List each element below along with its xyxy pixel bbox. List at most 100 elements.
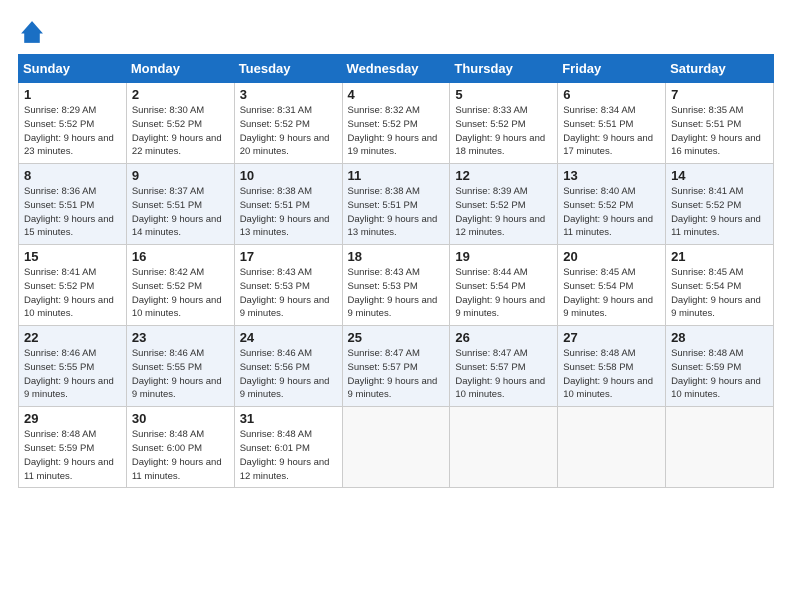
daylight-label: Daylight: 9 hours and 11 minutes. [563, 214, 653, 239]
daylight-label: Daylight: 9 hours and 10 minutes. [132, 295, 222, 320]
calendar-day-cell: 27 Sunrise: 8:48 AM Sunset: 5:58 PM Dayl… [558, 326, 666, 407]
day-info: Sunrise: 8:40 AM Sunset: 5:52 PM Dayligh… [563, 185, 660, 240]
empty-day-cell [666, 407, 774, 488]
sunset-label: Sunset: 5:54 PM [563, 281, 633, 292]
sunset-label: Sunset: 5:55 PM [132, 362, 202, 373]
calendar-day-cell: 14 Sunrise: 8:41 AM Sunset: 5:52 PM Dayl… [666, 164, 774, 245]
day-info: Sunrise: 8:47 AM Sunset: 5:57 PM Dayligh… [455, 347, 552, 402]
day-number: 12 [455, 168, 552, 183]
day-info: Sunrise: 8:45 AM Sunset: 5:54 PM Dayligh… [671, 266, 768, 321]
sunrise-label: Sunrise: 8:40 AM [563, 186, 635, 197]
sunset-label: Sunset: 6:00 PM [132, 443, 202, 454]
sunrise-label: Sunrise: 8:43 AM [348, 267, 420, 278]
calendar-week-row: 15 Sunrise: 8:41 AM Sunset: 5:52 PM Dayl… [19, 245, 774, 326]
daylight-label: Daylight: 9 hours and 9 minutes. [455, 295, 545, 320]
calendar-day-cell: 26 Sunrise: 8:47 AM Sunset: 5:57 PM Dayl… [450, 326, 558, 407]
day-info: Sunrise: 8:48 AM Sunset: 6:01 PM Dayligh… [240, 428, 337, 483]
daylight-label: Daylight: 9 hours and 11 minutes. [24, 457, 114, 482]
sunset-label: Sunset: 5:52 PM [132, 119, 202, 130]
day-info: Sunrise: 8:36 AM Sunset: 5:51 PM Dayligh… [24, 185, 121, 240]
day-info: Sunrise: 8:32 AM Sunset: 5:52 PM Dayligh… [348, 104, 445, 159]
daylight-label: Daylight: 9 hours and 9 minutes. [240, 376, 330, 401]
day-number: 25 [348, 330, 445, 345]
calendar-day-cell: 8 Sunrise: 8:36 AM Sunset: 5:51 PM Dayli… [19, 164, 127, 245]
daylight-label: Daylight: 9 hours and 13 minutes. [240, 214, 330, 239]
sunrise-label: Sunrise: 8:44 AM [455, 267, 527, 278]
calendar-day-header: Tuesday [234, 55, 342, 83]
calendar-day-header: Monday [126, 55, 234, 83]
sunrise-label: Sunrise: 8:46 AM [132, 348, 204, 359]
day-number: 16 [132, 249, 229, 264]
calendar-week-row: 29 Sunrise: 8:48 AM Sunset: 5:59 PM Dayl… [19, 407, 774, 488]
sunrise-label: Sunrise: 8:29 AM [24, 105, 96, 116]
daylight-label: Daylight: 9 hours and 9 minutes. [240, 295, 330, 320]
calendar-table: SundayMondayTuesdayWednesdayThursdayFrid… [18, 54, 774, 488]
day-info: Sunrise: 8:38 AM Sunset: 5:51 PM Dayligh… [348, 185, 445, 240]
day-number: 5 [455, 87, 552, 102]
sunrise-label: Sunrise: 8:47 AM [455, 348, 527, 359]
day-number: 6 [563, 87, 660, 102]
sunrise-label: Sunrise: 8:46 AM [24, 348, 96, 359]
day-number: 29 [24, 411, 121, 426]
calendar-day-cell: 24 Sunrise: 8:46 AM Sunset: 5:56 PM Dayl… [234, 326, 342, 407]
calendar-day-cell: 17 Sunrise: 8:43 AM Sunset: 5:53 PM Dayl… [234, 245, 342, 326]
sunset-label: Sunset: 5:57 PM [348, 362, 418, 373]
day-info: Sunrise: 8:48 AM Sunset: 6:00 PM Dayligh… [132, 428, 229, 483]
sunset-label: Sunset: 5:51 PM [132, 200, 202, 211]
calendar-day-cell: 29 Sunrise: 8:48 AM Sunset: 5:59 PM Dayl… [19, 407, 127, 488]
sunset-label: Sunset: 5:52 PM [240, 119, 310, 130]
day-number: 21 [671, 249, 768, 264]
calendar-week-row: 22 Sunrise: 8:46 AM Sunset: 5:55 PM Dayl… [19, 326, 774, 407]
daylight-label: Daylight: 9 hours and 9 minutes. [348, 376, 438, 401]
sunrise-label: Sunrise: 8:45 AM [671, 267, 743, 278]
day-number: 9 [132, 168, 229, 183]
sunset-label: Sunset: 5:53 PM [348, 281, 418, 292]
day-number: 13 [563, 168, 660, 183]
day-number: 20 [563, 249, 660, 264]
day-number: 24 [240, 330, 337, 345]
sunrise-label: Sunrise: 8:41 AM [24, 267, 96, 278]
daylight-label: Daylight: 9 hours and 18 minutes. [455, 133, 545, 158]
calendar-day-cell: 18 Sunrise: 8:43 AM Sunset: 5:53 PM Dayl… [342, 245, 450, 326]
day-info: Sunrise: 8:39 AM Sunset: 5:52 PM Dayligh… [455, 185, 552, 240]
calendar-day-cell: 11 Sunrise: 8:38 AM Sunset: 5:51 PM Dayl… [342, 164, 450, 245]
calendar-day-cell: 12 Sunrise: 8:39 AM Sunset: 5:52 PM Dayl… [450, 164, 558, 245]
sunset-label: Sunset: 5:53 PM [240, 281, 310, 292]
daylight-label: Daylight: 9 hours and 9 minutes. [563, 295, 653, 320]
sunset-label: Sunset: 5:51 PM [563, 119, 633, 130]
calendar-day-cell: 4 Sunrise: 8:32 AM Sunset: 5:52 PM Dayli… [342, 83, 450, 164]
sunrise-label: Sunrise: 8:48 AM [24, 429, 96, 440]
calendar-day-cell: 6 Sunrise: 8:34 AM Sunset: 5:51 PM Dayli… [558, 83, 666, 164]
header [18, 18, 774, 46]
sunrise-label: Sunrise: 8:43 AM [240, 267, 312, 278]
sunrise-label: Sunrise: 8:41 AM [671, 186, 743, 197]
sunset-label: Sunset: 5:59 PM [24, 443, 94, 454]
day-number: 17 [240, 249, 337, 264]
sunrise-label: Sunrise: 8:38 AM [348, 186, 420, 197]
day-number: 3 [240, 87, 337, 102]
day-number: 22 [24, 330, 121, 345]
day-number: 23 [132, 330, 229, 345]
sunrise-label: Sunrise: 8:48 AM [671, 348, 743, 359]
empty-day-cell [342, 407, 450, 488]
calendar-day-cell: 10 Sunrise: 8:38 AM Sunset: 5:51 PM Dayl… [234, 164, 342, 245]
day-info: Sunrise: 8:45 AM Sunset: 5:54 PM Dayligh… [563, 266, 660, 321]
sunset-label: Sunset: 5:51 PM [671, 119, 741, 130]
sunrise-label: Sunrise: 8:48 AM [240, 429, 312, 440]
day-info: Sunrise: 8:38 AM Sunset: 5:51 PM Dayligh… [240, 185, 337, 240]
day-info: Sunrise: 8:42 AM Sunset: 5:52 PM Dayligh… [132, 266, 229, 321]
day-number: 4 [348, 87, 445, 102]
day-number: 1 [24, 87, 121, 102]
sunrise-label: Sunrise: 8:33 AM [455, 105, 527, 116]
logo-icon [18, 18, 46, 46]
daylight-label: Daylight: 9 hours and 15 minutes. [24, 214, 114, 239]
daylight-label: Daylight: 9 hours and 10 minutes. [455, 376, 545, 401]
day-info: Sunrise: 8:48 AM Sunset: 5:59 PM Dayligh… [671, 347, 768, 402]
daylight-label: Daylight: 9 hours and 9 minutes. [132, 376, 222, 401]
sunrise-label: Sunrise: 8:34 AM [563, 105, 635, 116]
day-info: Sunrise: 8:37 AM Sunset: 5:51 PM Dayligh… [132, 185, 229, 240]
sunset-label: Sunset: 5:52 PM [671, 200, 741, 211]
day-number: 18 [348, 249, 445, 264]
sunrise-label: Sunrise: 8:39 AM [455, 186, 527, 197]
daylight-label: Daylight: 9 hours and 22 minutes. [132, 133, 222, 158]
